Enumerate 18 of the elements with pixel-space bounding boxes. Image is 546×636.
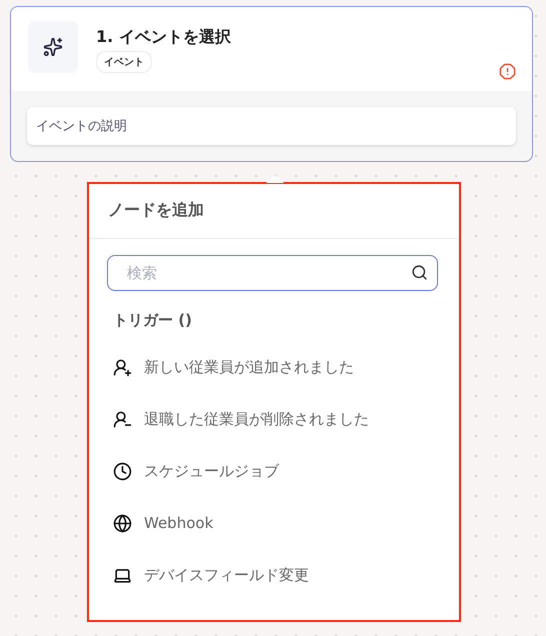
clock-icon [113, 462, 132, 480]
trigger-item[interactable]: 退職した従業員が削除されました [89, 393, 459, 445]
section-heading: トリガー () [112, 310, 193, 331]
sparkles-icon [28, 21, 78, 73]
popup-title: ノードを追加 [89, 184, 459, 239]
globe-icon [113, 514, 132, 532]
trigger-item[interactable]: デバイスフィールド変更 [89, 549, 459, 601]
trigger-item[interactable]: 新しい従業員が追加されました [89, 341, 459, 393]
person-minus-icon [113, 410, 132, 428]
trigger-item[interactable]: Webhook [89, 497, 459, 549]
node-card[interactable]: 1. イベントを選択 イベント イベントの説明 [10, 6, 533, 162]
search-icon [411, 264, 428, 281]
node-type-tag: イベント [96, 51, 152, 73]
person-plus-icon [113, 358, 132, 376]
search-field[interactable]: 検索 [107, 255, 438, 291]
trigger-item[interactable]: スケジュールジョブ [89, 445, 459, 497]
node-title: 1. イベントを選択 [96, 27, 232, 48]
description-field[interactable]: イベントの説明 [27, 107, 516, 145]
